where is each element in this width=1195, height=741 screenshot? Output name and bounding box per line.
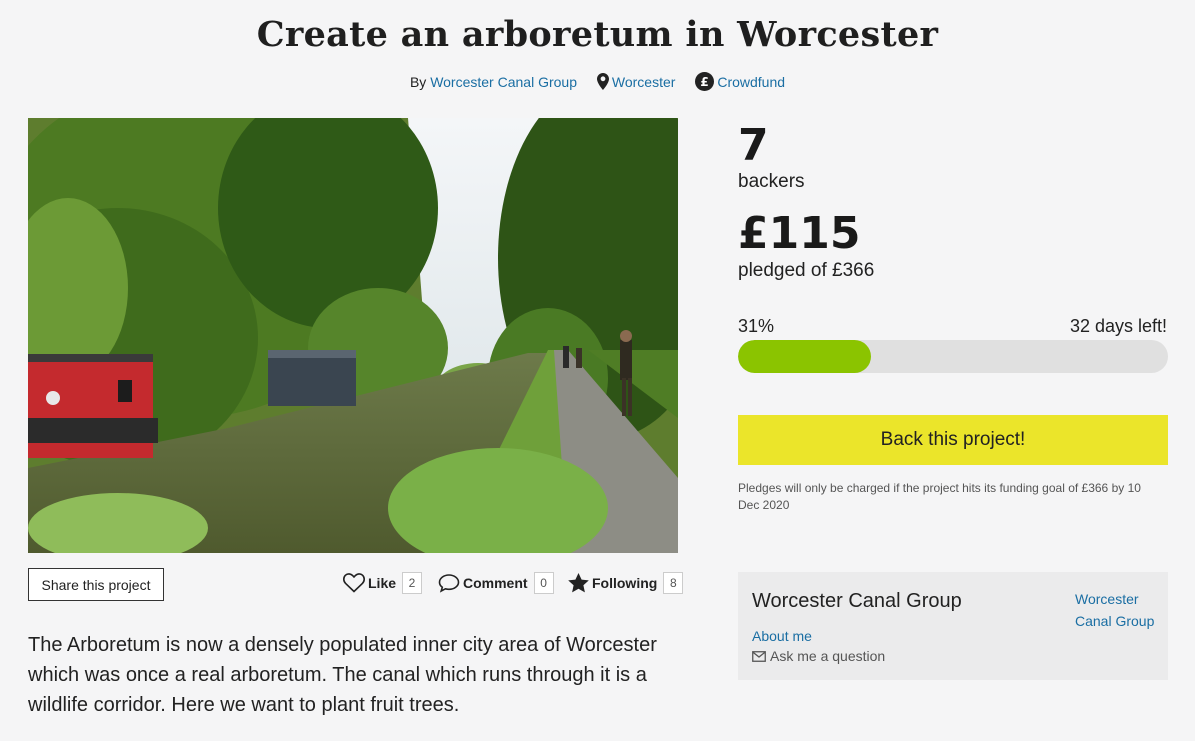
comment-icon (438, 574, 460, 593)
pledge-note: Pledges will only be charged if the proj… (738, 481, 1141, 512)
comment-label: Comment (463, 575, 528, 591)
following-label: Following (592, 575, 658, 591)
crowdfund-link[interactable]: Crowdfund (717, 74, 785, 90)
following-count: 8 (663, 572, 684, 594)
page-title: Create an arboretum in Worcester (256, 14, 939, 55)
following-button[interactable]: Following 8 (568, 571, 684, 595)
back-project-button[interactable]: Back this project! (738, 415, 1168, 465)
star-icon (568, 573, 589, 593)
ask-question-link[interactable]: Ask me a question (752, 648, 885, 664)
backers-label: backers (738, 171, 805, 192)
pledged-label: pledged of £366 (738, 260, 875, 281)
like-count: 2 (402, 572, 423, 594)
funding-progress-bar (738, 340, 1168, 373)
comment-button[interactable]: Comment 0 (438, 571, 554, 595)
days-left: 32 days left! (1069, 316, 1167, 336)
owner-name: Worcester Canal Group (752, 590, 962, 612)
map-pin-icon (596, 73, 609, 90)
svg-text:£: £ (701, 75, 709, 89)
pound-icon: £ (695, 72, 715, 91)
owner-side-link[interactable]: Worcester Canal Group (1075, 588, 1165, 632)
comment-count: 0 (533, 572, 554, 594)
owner-link[interactable]: Worcester Canal Group (430, 74, 577, 90)
like-button[interactable]: Like 2 (343, 571, 423, 595)
ask-question-label: Ask me a question (770, 648, 886, 664)
by-prefix: By (409, 73, 427, 90)
like-label: Like (368, 575, 397, 591)
funding-progress-fill (738, 340, 872, 373)
owner-card: Worcester Canal Group About me Ask me a … (738, 572, 1168, 680)
backers-count: 7 (738, 120, 769, 171)
location-link[interactable]: Worcester (612, 74, 676, 90)
about-me-link[interactable]: About me (752, 628, 812, 644)
project-meta: By Worcester Canal Group Worcester £ Cro… (0, 72, 1195, 91)
share-project-button[interactable]: Share this project (28, 568, 164, 601)
project-description: The Arboretum is now a densely populated… (28, 634, 657, 716)
heart-icon (343, 573, 365, 593)
project-hero-image (28, 118, 678, 553)
funded-percent: 31% (738, 316, 775, 336)
envelope-icon (752, 650, 766, 662)
pledged-amount: £115 (738, 208, 861, 259)
